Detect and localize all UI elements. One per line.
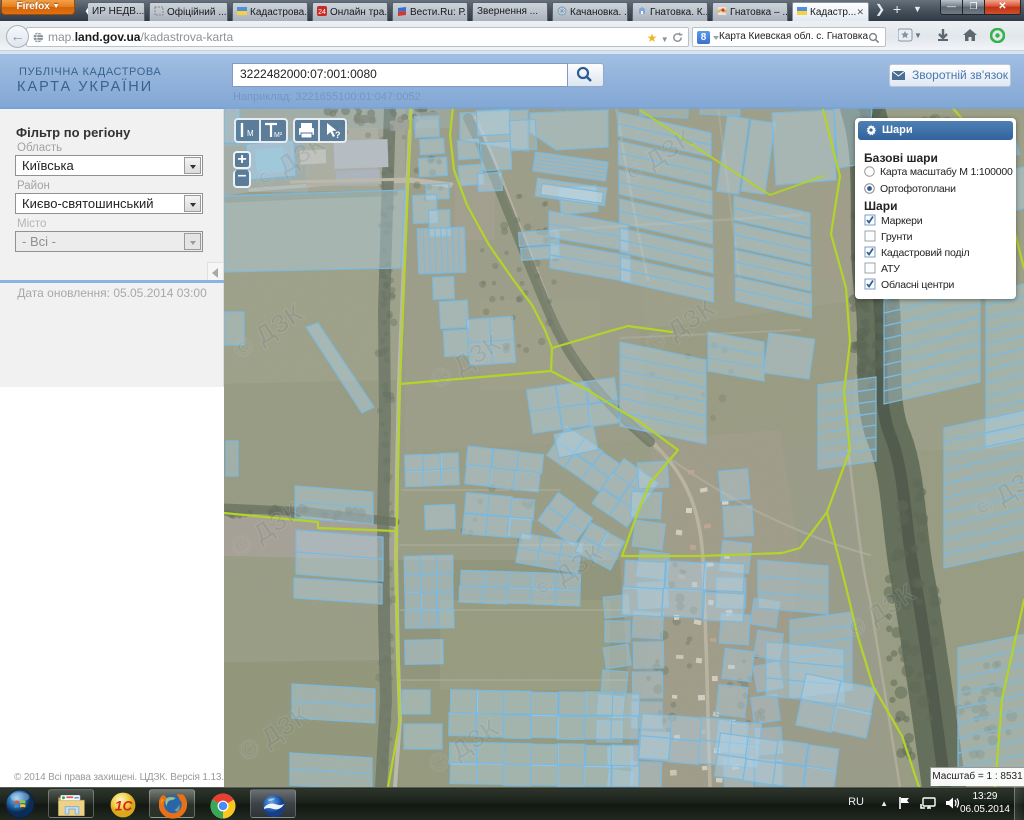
- svg-text:?: ?: [335, 130, 341, 140]
- svg-text:M²: M²: [274, 132, 283, 139]
- svg-text:M: M: [247, 129, 254, 138]
- svg-text:24: 24: [318, 9, 326, 16]
- svg-text:1С: 1С: [115, 798, 133, 813]
